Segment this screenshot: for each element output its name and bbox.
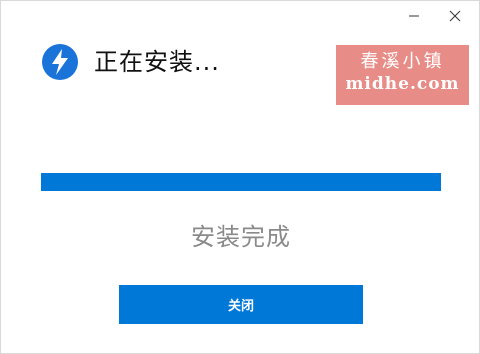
- close-button[interactable]: 关闭: [119, 285, 363, 324]
- page-title: 正在安装...: [94, 48, 220, 76]
- installer-window: 正在安装... 春溪小镇 midhe.com 安装完成 关闭: [0, 0, 480, 354]
- watermark-name: 春溪小镇: [360, 51, 445, 72]
- close-window-button[interactable]: [442, 5, 468, 27]
- watermark-url: midhe.com: [345, 74, 460, 94]
- progress-fill: [41, 173, 441, 191]
- install-progress-bar: [41, 173, 441, 191]
- watermark-stamp: 春溪小镇 midhe.com: [336, 45, 469, 105]
- minimize-button[interactable]: [401, 5, 427, 27]
- close-icon: [449, 10, 461, 22]
- minimize-icon: [409, 15, 419, 17]
- lightning-bolt-icon: [42, 44, 78, 80]
- status-text: 安装完成: [191, 223, 291, 251]
